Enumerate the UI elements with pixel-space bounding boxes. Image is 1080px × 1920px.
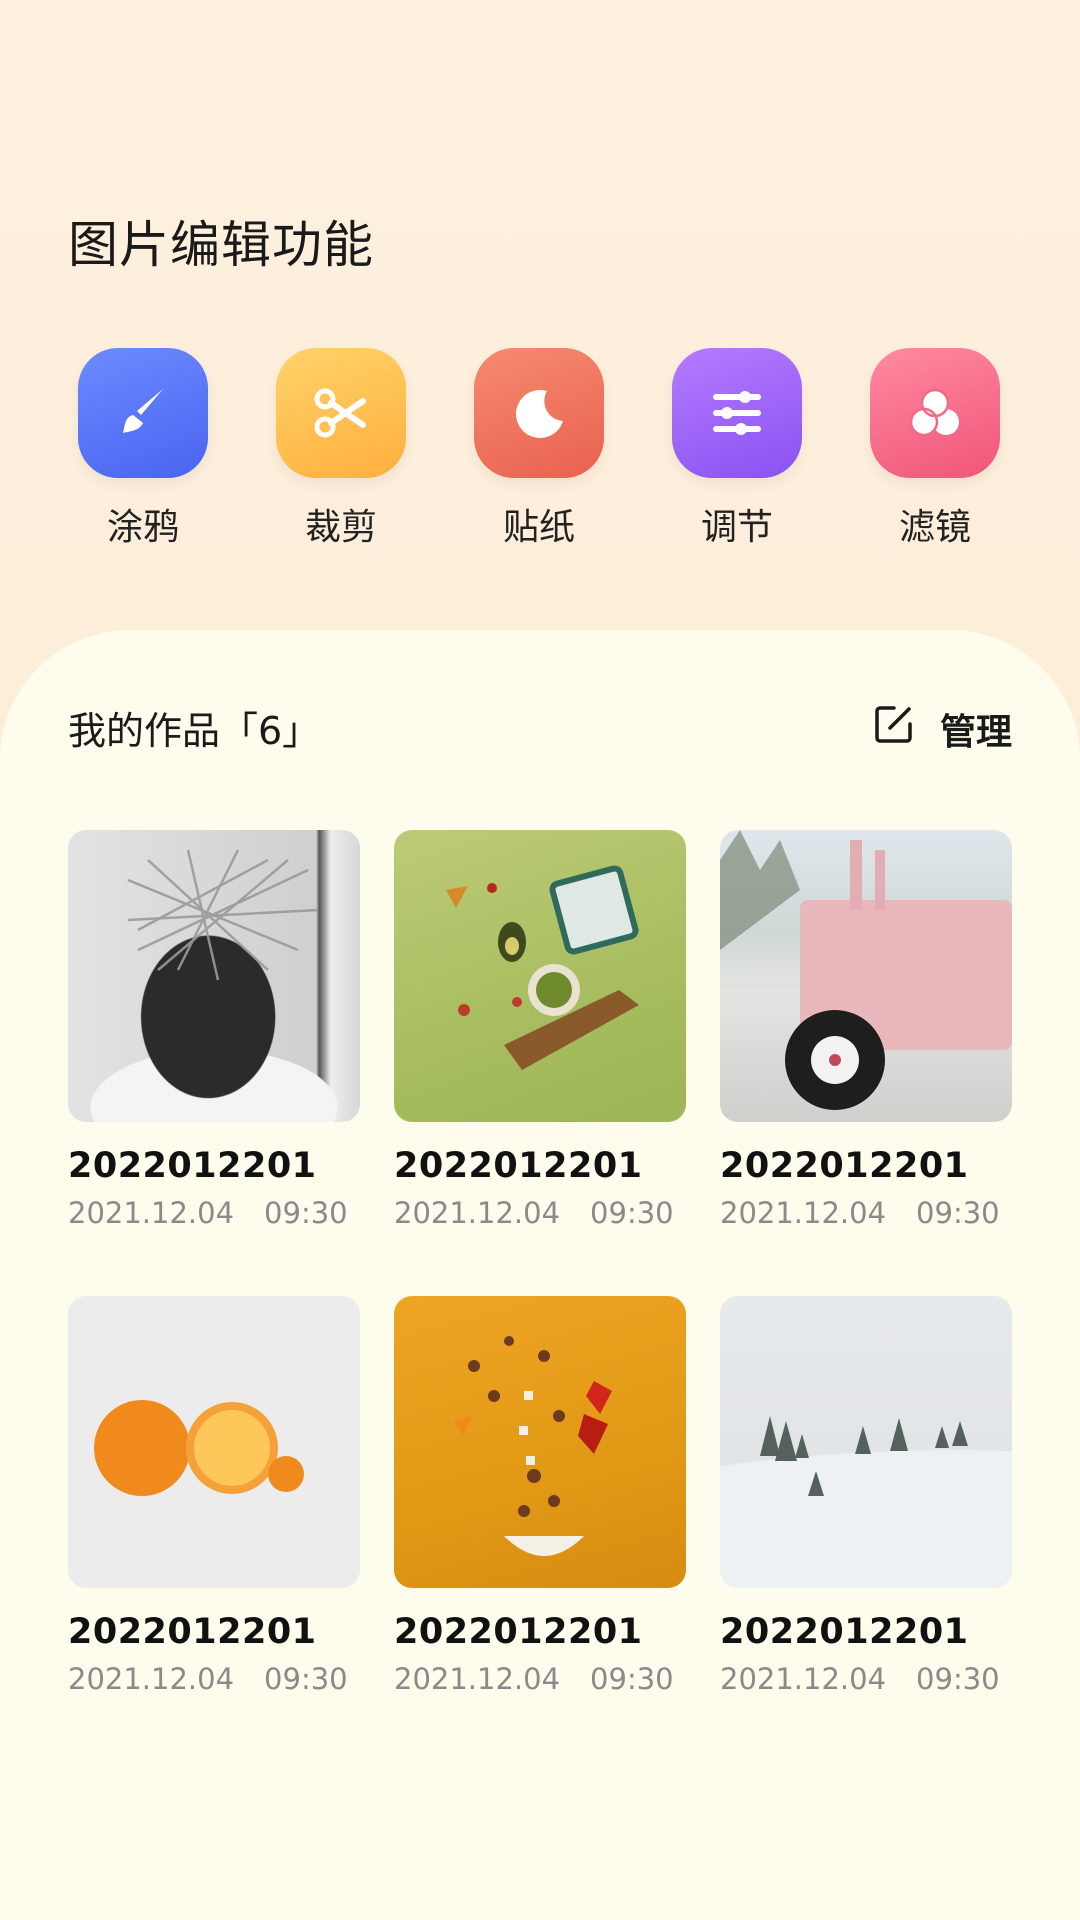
work-meta: 2021.12.04 09:30 <box>720 1662 1012 1696</box>
work-time: 09:30 <box>916 1196 1000 1230</box>
work-card[interactable]: 2022012201 2021.12.04 09:30 <box>68 1296 360 1696</box>
work-thumbnail[interactable] <box>394 830 686 1122</box>
tool-adjust[interactable]: 调节 <box>672 348 802 550</box>
work-thumbnail[interactable] <box>720 1296 1012 1588</box>
works-panel: 我的作品「6」 管理 2022012201 2021.12.04 09:30 2… <box>0 630 1080 1920</box>
tool-label: 调节 <box>700 507 773 548</box>
page-title: 图片编辑功能 <box>68 216 374 274</box>
work-title: 2022012201 <box>68 1146 317 1186</box>
work-time: 09:30 <box>264 1196 348 1230</box>
work-meta: 2021.12.04 09:30 <box>68 1196 360 1230</box>
sliders-icon <box>672 348 802 478</box>
work-date: 2021.12.04 <box>720 1196 887 1230</box>
work-title: 2022012201 <box>394 1612 643 1652</box>
work-title: 2022012201 <box>720 1612 969 1652</box>
work-time: 09:30 <box>916 1662 1000 1696</box>
tool-label: 涂鸦 <box>106 507 179 548</box>
filter-circles-icon <box>870 348 1000 478</box>
edit-icon <box>872 702 916 755</box>
sticker-moon-icon <box>474 348 604 478</box>
works-header: 我的作品「6」 <box>68 709 321 753</box>
brush-icon <box>78 348 208 478</box>
work-card[interactable]: 2022012201 2021.12.04 09:30 <box>720 1296 1012 1696</box>
work-title: 2022012201 <box>68 1612 317 1652</box>
tool-label: 贴纸 <box>502 507 575 548</box>
tool-label: 裁剪 <box>304 507 377 548</box>
work-meta: 2021.12.04 09:30 <box>394 1196 686 1230</box>
work-date: 2021.12.04 <box>720 1662 887 1696</box>
work-date: 2021.12.04 <box>68 1662 235 1696</box>
work-date: 2021.12.04 <box>394 1662 561 1696</box>
manage-button[interactable]: 管理 <box>872 702 1012 755</box>
work-card[interactable]: 2022012201 2021.12.04 09:30 <box>720 830 1012 1230</box>
scissors-icon <box>276 348 406 478</box>
work-time: 09:30 <box>590 1196 674 1230</box>
work-time: 09:30 <box>264 1662 348 1696</box>
work-title: 2022012201 <box>720 1146 969 1186</box>
work-meta: 2021.12.04 09:30 <box>68 1662 360 1696</box>
work-card[interactable]: 2022012201 2021.12.04 09:30 <box>394 1296 686 1696</box>
work-time: 09:30 <box>590 1662 674 1696</box>
work-thumbnail[interactable] <box>68 830 360 1122</box>
tool-crop[interactable]: 裁剪 <box>276 348 406 550</box>
work-date: 2021.12.04 <box>68 1196 235 1230</box>
work-card[interactable]: 2022012201 2021.12.04 09:30 <box>68 830 360 1230</box>
work-date: 2021.12.04 <box>394 1196 561 1230</box>
tool-graffiti[interactable]: 涂鸦 <box>78 348 208 550</box>
work-meta: 2021.12.04 09:30 <box>720 1196 1012 1230</box>
work-thumbnail[interactable] <box>720 830 1012 1122</box>
tool-label: 滤镜 <box>898 507 971 548</box>
work-title: 2022012201 <box>394 1146 643 1186</box>
tool-filter[interactable]: 滤镜 <box>870 348 1000 550</box>
work-thumbnail[interactable] <box>394 1296 686 1588</box>
work-card[interactable]: 2022012201 2021.12.04 09:30 <box>394 830 686 1230</box>
work-thumbnail[interactable] <box>68 1296 360 1588</box>
work-meta: 2021.12.04 09:30 <box>394 1662 686 1696</box>
edit-tools-row: 涂鸦 裁剪 贴纸 调节 滤镜 <box>0 348 1080 548</box>
manage-label: 管理 <box>939 711 1012 753</box>
tool-sticker[interactable]: 贴纸 <box>474 348 604 550</box>
